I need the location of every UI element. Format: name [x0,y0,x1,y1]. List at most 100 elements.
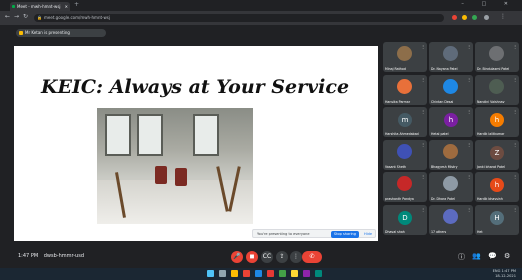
chrome-taskbar-icon[interactable] [279,270,286,277]
meeting-info-icon[interactable]: ⓘ [458,252,465,262]
hide-button[interactable]: Hide [364,230,372,239]
end-call-button[interactable]: ✆ [302,251,322,263]
shared-screen: KEIC: Always at Your Service You're pres… [14,46,378,241]
participant-name: Bhagyesh Mistry [431,164,458,169]
participant-photo-avatar [443,78,458,94]
participant-tile[interactable]: h ⋮ Hetal patel [429,107,473,137]
participant-tile[interactable]: Z ⋮ Janki bharat Patel [475,139,519,170]
os-taskbar: ENG 1:47 PM 18-12-2021 [0,268,522,280]
tray-date: 18-12-2021 [495,274,516,278]
start-icon[interactable] [207,270,214,277]
participant-initial-avatar: h [490,178,504,192]
mic-muted-icon: ⋮ [421,206,425,212]
app-taskbar-icon[interactable] [243,270,250,277]
participant-photo-avatar [489,78,504,94]
mic-muted-icon: ⋮ [421,174,425,179]
tab-title: Meet - mwh-hmnt-wsj [17,4,61,9]
file-explorer-icon[interactable] [231,270,238,277]
mic-muted-icon: ⋮ [513,174,517,179]
presenter-chip[interactable]: Mr Ketan is presenting [16,29,106,37]
participant-name: Hetal patel [431,132,449,136]
participant-tile[interactable]: ⋮ Bhagyesh Mistry [429,139,473,170]
activities-icon[interactable]: ⚙ [504,252,510,260]
photo-chair [155,166,167,184]
participant-photo-avatar [443,46,458,61]
forward-icon[interactable]: → [14,13,19,20]
mic-muted-icon: ⋮ [421,141,425,147]
new-tab-button[interactable]: + [74,1,79,8]
meeting-code: dwsb-hmmr-usd [43,253,84,259]
chat-icon[interactable]: 💬 [488,252,497,260]
window-controls[interactable]: – □ ✕ [461,1,516,7]
participant-name: Minaj Rathod [385,67,406,71]
extension-icon[interactable] [472,15,477,20]
participant-tile[interactable]: m ⋮ Harshita Ahmedabad [383,107,427,137]
system-tray[interactable]: ENG 1:47 PM 18-12-2021 [493,269,516,279]
participant-photo-avatar [443,176,458,191]
more-options-button[interactable]: ⋮ [290,251,302,263]
mic-off-button[interactable]: 🎤 [231,251,243,263]
participant-initial-avatar: h [490,113,504,127]
app-taskbar-icon[interactable] [315,270,322,277]
participant-tile[interactable]: ⋮ Dr. Bindulaxmi Patel [475,42,519,72]
participant-photo-avatar [443,143,458,159]
notice-text: You're presenting to everyone [257,232,310,236]
people-icon[interactable]: 👥 [472,252,481,260]
slide-title: KEIC: Always at Your Service [40,76,350,98]
lock-icon: 🔒 [37,15,42,20]
participant-name: prashanth Pandya [385,197,414,201]
app-taskbar-icon[interactable] [255,270,262,277]
participant-name: Hansika Parmar [385,99,411,104]
browser-tab[interactable]: Meet - mwh-hmnt-wsj ✕ [10,2,70,11]
browser-toolbar: ← → ↻ 🔒 meet.google.com/mwh-hmnt-wsj ⋮ [0,11,522,25]
extension-icon[interactable] [462,15,467,20]
participant-tile[interactable]: ⋮ Dr. Dhara Patel [429,172,473,202]
mic-muted-icon: ⋮ [513,141,517,147]
extension-icon[interactable] [452,15,457,20]
photo-window [105,114,131,156]
participant-name: Janki bharat Patel [477,164,506,169]
mic-muted-icon: ⋮ [467,76,471,82]
profile-avatar[interactable] [484,15,489,20]
address-bar[interactable]: 🔒 meet.google.com/mwh-hmnt-wsj [34,14,444,22]
participant-tile[interactable]: ⋮ 17 others [429,204,473,235]
participant-grid: ⋮ Minaj Rathod ⋮ Dr. Nayana Patel ⋮ Dr. Bindu… [383,42,519,237]
participant-tile[interactable]: ⋮ prashanth Pandya [383,172,427,202]
participant-tile[interactable]: h ⋮ Hardik lalitkumar [475,107,519,137]
mic-muted-icon: ⋮ [513,109,517,114]
mic-muted-icon: ⋮ [513,44,517,49]
participant-initial-avatar: h [444,113,458,127]
present-button[interactable]: ⇪ [276,251,288,263]
participant-name: Dr. Nayana Patel [431,67,458,71]
reload-icon[interactable]: ↻ [23,13,28,20]
app-taskbar-icon[interactable] [267,270,274,277]
participant-tile[interactable]: D ⋮ Dhaval shah [383,204,427,235]
participant-photo-avatar [397,176,412,191]
participant-tile[interactable]: ⋮ Hansika Parmar [383,74,427,105]
participant-tile[interactable]: ⋮ Chintan Desai [429,74,473,105]
browser-tab-strip: Meet - mwh-hmnt-wsj ✕ + – □ ✕ [0,0,522,11]
participant-name: Dhaval shah [385,229,405,234]
browser-menu-icon[interactable]: ⋮ [500,13,506,20]
camera-off-button[interactable]: ◼ [246,251,258,263]
participant-photo-avatar [443,208,458,224]
participant-tile[interactable]: h ⋮ Hardik bhavsinh [475,172,519,202]
participant-name: Nandini Vaishnav [477,99,505,104]
participant-tile[interactable]: ⋮ Dr. Nayana Patel [429,42,473,72]
mic-muted-icon: ⋮ [467,44,471,49]
meet-favicon-icon [12,5,15,8]
mic-muted-icon: ⋮ [467,109,471,114]
participant-tile[interactable]: H ⋮ Het [475,204,519,235]
participant-tile[interactable]: ⋮ Vasant Sheth [383,139,427,170]
app-taskbar-icon[interactable] [291,270,298,277]
captions-button[interactable]: CC [261,251,273,263]
app-taskbar-icon[interactable] [303,270,310,277]
participant-tile[interactable]: ⋮ Minaj Rathod [383,42,427,72]
participant-name: Chintan Desai [431,99,454,104]
search-taskbar-icon[interactable] [219,270,226,277]
participant-tile[interactable]: ⋮ Nandini Vaishnav [475,74,519,105]
presentation-icon [19,31,23,35]
stop-sharing-button[interactable]: Stop sharing [330,231,359,238]
close-tab-icon[interactable]: ✕ [65,2,68,11]
back-icon[interactable]: ← [5,13,10,20]
